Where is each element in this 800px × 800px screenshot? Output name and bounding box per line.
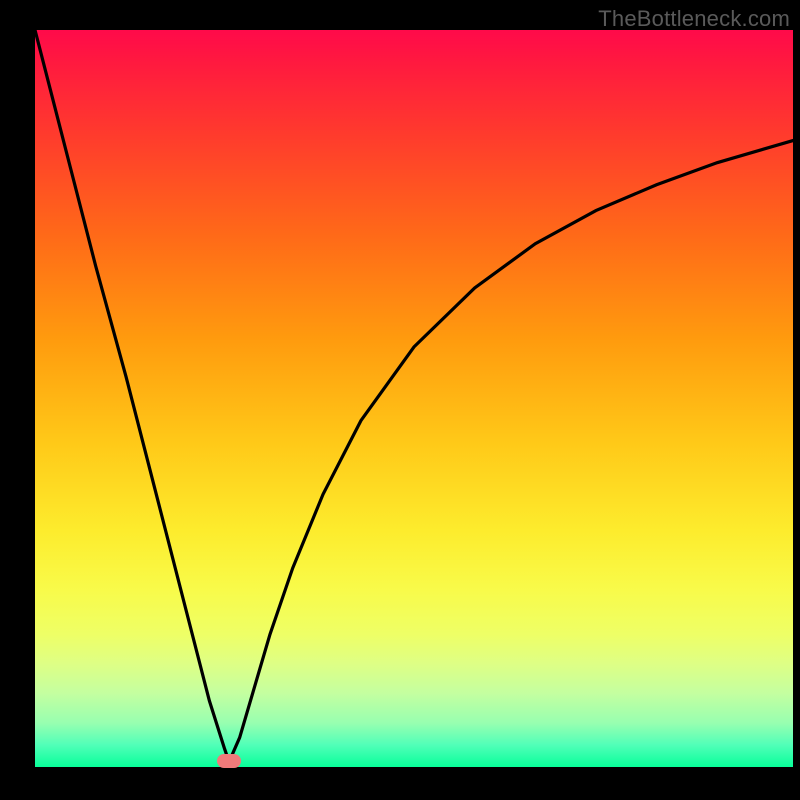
curve-layer (35, 30, 793, 767)
curve-left-branch (35, 30, 229, 762)
chart-frame: TheBottleneck.com (0, 0, 800, 800)
watermark-text: TheBottleneck.com (598, 6, 790, 32)
plot-area (35, 30, 793, 767)
dip-marker (217, 754, 241, 768)
curve-right-branch (229, 141, 793, 762)
